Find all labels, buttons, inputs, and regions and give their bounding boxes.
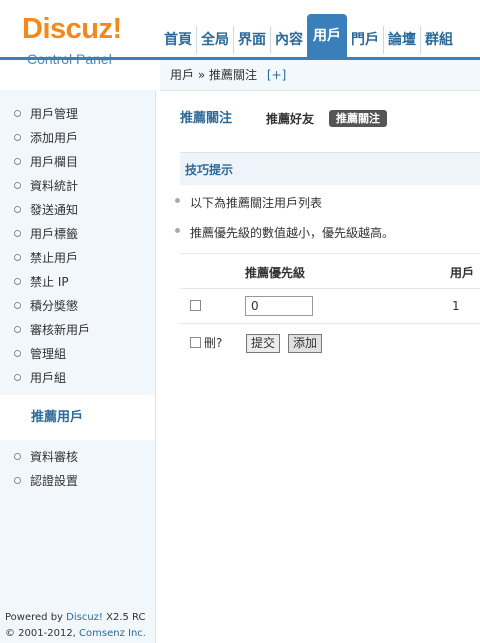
footer-copyright: © 2001-2012, Comsenz Inc. bbox=[5, 626, 146, 642]
sidebar-item-label: 禁止 IP bbox=[30, 275, 69, 289]
sidebar-item-label: 積分獎懲 bbox=[30, 299, 79, 313]
discuz-logo[interactable]: Discuz! bbox=[22, 14, 122, 44]
table-header: 推薦優先級 用戶 bbox=[180, 253, 480, 289]
tab-forum[interactable]: 論壇 bbox=[383, 26, 420, 54]
bullet-icon bbox=[14, 302, 21, 309]
row-checkbox[interactable] bbox=[190, 300, 201, 311]
sidebar-item-audit-new-users[interactable]: 審核新用戶 bbox=[0, 318, 155, 342]
user-id: 1 bbox=[452, 299, 460, 313]
sidebar-item-user-columns[interactable]: 用戶欄目 bbox=[0, 150, 155, 174]
tips-header: 技巧提示 bbox=[180, 152, 480, 185]
tab-recommend-friends[interactable]: 推薦好友 bbox=[266, 109, 314, 129]
tips-title: 技巧提示 bbox=[185, 163, 234, 177]
sidebar-item-user-tags[interactable]: 用戶標籤 bbox=[0, 222, 155, 246]
bullet-icon bbox=[175, 198, 180, 203]
sidebar-item-label: 管理組 bbox=[30, 347, 67, 361]
sidebar-item-label: 添加用戶 bbox=[30, 131, 79, 145]
bullet-icon bbox=[14, 158, 21, 165]
add-shortcut-link[interactable]: [+] bbox=[267, 68, 286, 82]
sidebar-item-label: 用戶標籤 bbox=[30, 227, 79, 241]
sidebar-item-label: 審核新用戶 bbox=[30, 323, 91, 337]
tab-global[interactable]: 全局 bbox=[196, 26, 233, 54]
sidebar-item-label: 用戶組 bbox=[30, 371, 67, 385]
content-title: 推薦關注 bbox=[180, 111, 233, 126]
tab-home[interactable]: 首頁 bbox=[160, 26, 196, 54]
footer-version: X2.5 RC bbox=[102, 612, 146, 623]
discuz-link[interactable]: Discuz! bbox=[66, 612, 103, 623]
sidebar-menu: 用戶管理 添加用戶 用戶欄目 資料統計 發送通知 用戶標籤 禁止用戶 禁止 IP… bbox=[0, 102, 155, 493]
add-button[interactable]: 添加 bbox=[288, 334, 323, 353]
bullet-icon bbox=[14, 134, 21, 141]
tip-item: 推薦優先級的數值越小，優先級越高。 bbox=[175, 224, 395, 241]
comsenz-link[interactable]: Comsenz Inc. bbox=[79, 628, 146, 639]
bullet-icon bbox=[14, 206, 21, 213]
sidebar-item-label: 發送通知 bbox=[30, 203, 79, 217]
sidebar-item-add-user[interactable]: 添加用戶 bbox=[0, 126, 155, 150]
sidebar-item-profile-audit[interactable]: 資料審核 bbox=[0, 445, 155, 469]
header: Discuz! Control Panel 首頁 全局 界面 內容 用戶 門戶 … bbox=[0, 0, 480, 67]
tip-text: 以下為推薦關注用戶列表 bbox=[190, 196, 323, 210]
bullet-icon bbox=[14, 182, 21, 189]
breadcrumb-current: 推薦關注 bbox=[209, 68, 258, 82]
breadcrumb-separator: » bbox=[197, 68, 206, 82]
form-actions: 刪? 提交 添加 bbox=[180, 332, 480, 356]
tab-recommend-follow[interactable]: 推薦關注 bbox=[329, 110, 387, 127]
sidebar-item-label: 用戶欄目 bbox=[30, 155, 79, 169]
sidebar: 用戶管理 添加用戶 用戶欄目 資料統計 發送通知 用戶標籤 禁止用戶 禁止 IP… bbox=[0, 90, 156, 643]
footer-text: © 2001-2012, bbox=[5, 628, 80, 639]
sidebar-item-user-manage[interactable]: 用戶管理 bbox=[0, 102, 155, 126]
footer-powered-by: Powered by Discuz! X2.5 RC bbox=[5, 610, 146, 626]
table-row: 0 1 bbox=[180, 288, 480, 324]
footer-text: Powered by bbox=[5, 612, 67, 623]
tip-text: 推薦優先級的數值越小，優先級越高。 bbox=[190, 226, 395, 240]
bullet-icon bbox=[14, 453, 21, 460]
sidebar-item-user-groups[interactable]: 用戶組 bbox=[0, 366, 155, 390]
footer: Powered by Discuz! X2.5 RC © 2001-2012, … bbox=[5, 610, 146, 642]
tab-interface[interactable]: 界面 bbox=[233, 26, 270, 54]
top-navigation: 首頁 全局 界面 內容 用戶 門戶 論壇 群組 bbox=[160, 14, 457, 58]
priority-input[interactable]: 0 bbox=[245, 296, 313, 316]
tab-groups[interactable]: 群組 bbox=[420, 26, 457, 54]
sidebar-item-label: 禁止用戶 bbox=[30, 251, 79, 265]
sidebar-item-label: 認證設置 bbox=[30, 474, 79, 488]
sidebar-item-ban-user[interactable]: 禁止用戶 bbox=[0, 246, 155, 270]
delete-checkbox[interactable] bbox=[190, 337, 201, 348]
bullet-icon bbox=[14, 374, 21, 381]
breadcrumb-section[interactable]: 用戶 bbox=[170, 68, 194, 82]
content-tabs: 推薦關注 推薦好友 推薦關注 bbox=[180, 109, 480, 129]
bullet-icon bbox=[175, 228, 180, 233]
sidebar-item-ban-ip[interactable]: 禁止 IP bbox=[0, 270, 155, 294]
bullet-icon bbox=[14, 230, 21, 237]
sidebar-item-recommend-users[interactable]: 推薦用戶 bbox=[0, 395, 155, 440]
sidebar-item-verify-settings[interactable]: 認證設置 bbox=[0, 469, 155, 493]
sidebar-item-label: 用戶管理 bbox=[30, 107, 79, 121]
breadcrumb: 用戶 » 推薦關注 [+] bbox=[160, 60, 480, 91]
bullet-icon bbox=[14, 110, 21, 117]
column-priority: 推薦優先級 bbox=[245, 266, 306, 280]
sidebar-item-statistics[interactable]: 資料統計 bbox=[0, 174, 155, 198]
tip-item: 以下為推薦關注用戶列表 bbox=[175, 194, 323, 211]
bullet-icon bbox=[14, 254, 21, 261]
column-user: 用戶 bbox=[450, 266, 475, 280]
submit-button[interactable]: 提交 bbox=[246, 334, 281, 353]
sidebar-item-credits[interactable]: 積分獎懲 bbox=[0, 294, 155, 318]
bullet-icon bbox=[14, 477, 21, 484]
tab-content[interactable]: 內容 bbox=[270, 26, 307, 54]
bullet-icon bbox=[14, 326, 21, 333]
bullet-icon bbox=[14, 278, 21, 285]
delete-label: 刪? bbox=[204, 336, 223, 350]
sidebar-item-send-notice[interactable]: 發送通知 bbox=[0, 198, 155, 222]
sidebar-item-label: 資料審核 bbox=[30, 450, 79, 464]
tab-users[interactable]: 用戶 bbox=[307, 14, 347, 58]
tab-portal[interactable]: 門戶 bbox=[347, 26, 383, 54]
sidebar-item-label: 資料統計 bbox=[30, 179, 79, 193]
bullet-icon bbox=[14, 350, 21, 357]
sidebar-item-admin-groups[interactable]: 管理組 bbox=[0, 342, 155, 366]
